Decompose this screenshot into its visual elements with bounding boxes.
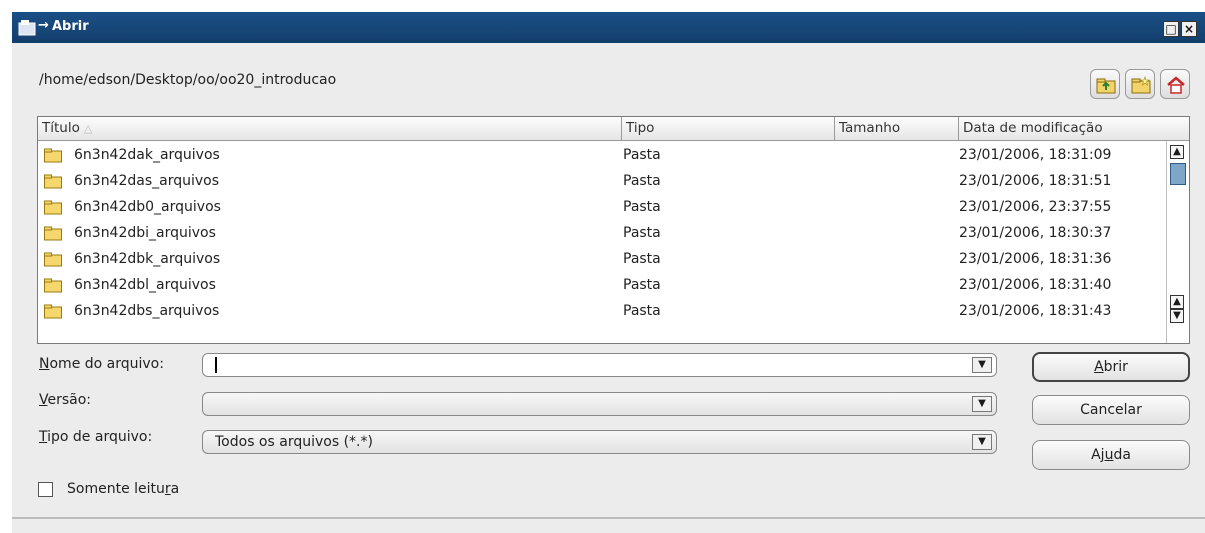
- file-date: 23/01/2006, 18:31:43: [959, 303, 1112, 319]
- file-date: 23/01/2006, 18:31:09: [959, 147, 1112, 163]
- filetype-select[interactable]: Todos os arquivos (*.*) ▼: [202, 430, 997, 454]
- folder-icon: [44, 226, 62, 241]
- list-item[interactable]: 6n3n42das_arquivos Pasta 23/01/2006, 18:…: [38, 168, 1166, 194]
- scrollbar-thumb[interactable]: [1170, 163, 1186, 185]
- file-date: 23/01/2006, 18:30:37: [959, 225, 1112, 241]
- file-name: 6n3n42db0_arquivos: [74, 199, 221, 215]
- sort-arrow-icon: △: [83, 122, 93, 135]
- folder-icon: [44, 278, 62, 293]
- cancel-button[interactable]: Cancelar: [1032, 395, 1190, 425]
- close-button[interactable]: ×: [1181, 21, 1197, 37]
- list-item[interactable]: 6n3n42dak_arquivos Pasta 23/01/2006, 18:…: [38, 142, 1166, 168]
- list-item[interactable]: 6n3n42db0_arquivos Pasta 23/01/2006, 23:…: [38, 194, 1166, 220]
- file-type: Pasta: [623, 147, 661, 163]
- column-header-date[interactable]: Data de modificação: [959, 117, 1189, 141]
- vertical-scrollbar[interactable]: ▲ ▲ ▼: [1166, 141, 1189, 343]
- file-name: 6n3n42dbk_arquivos: [74, 251, 221, 267]
- open-dialog: → Abrir □ × /home/edson/Desktop/oo/oo20_…: [12, 12, 1205, 533]
- column-header-title[interactable]: Título △: [38, 117, 622, 141]
- filetype-value: Todos os arquivos (*.*): [215, 434, 373, 450]
- new-folder-button[interactable]: [1125, 69, 1155, 99]
- folder-up-icon: [1096, 78, 1116, 94]
- file-type: Pasta: [623, 173, 661, 189]
- list-item[interactable]: 6n3n42dbl_arquivos Pasta 23/01/2006, 18:…: [38, 272, 1166, 298]
- file-name: 6n3n42dbi_arquivos: [74, 225, 216, 241]
- file-date: 23/01/2006, 18:31:40: [959, 277, 1112, 293]
- column-header-type[interactable]: Tipo: [622, 117, 835, 141]
- list-item[interactable]: 6n3n42dbi_arquivos Pasta 23/01/2006, 18:…: [38, 220, 1166, 246]
- maximize-button[interactable]: □: [1163, 21, 1179, 37]
- file-date: 23/01/2006, 23:37:55: [959, 199, 1112, 215]
- title-bar[interactable]: → Abrir □ ×: [12, 12, 1205, 43]
- filename-dropdown-arrow-icon[interactable]: ▼: [972, 357, 992, 373]
- readonly-label: Somente leitura: [67, 481, 180, 497]
- version-dropdown-arrow-icon[interactable]: ▼: [972, 396, 992, 412]
- folder-icon: [44, 304, 62, 319]
- divider: [12, 517, 1205, 519]
- readonly-checkbox[interactable]: [38, 482, 53, 497]
- scroll-down-arrow-icon[interactable]: ▼: [1170, 309, 1184, 323]
- file-date: 23/01/2006, 18:31:36: [959, 251, 1112, 267]
- text-cursor: [215, 357, 217, 373]
- column-header-size[interactable]: Tamanho: [835, 117, 959, 141]
- file-name: 6n3n42das_arquivos: [74, 173, 220, 189]
- file-date: 23/01/2006, 18:31:51: [959, 173, 1112, 189]
- filename-input[interactable]: ▼: [202, 353, 997, 377]
- file-name: 6n3n42dak_arquivos: [74, 147, 220, 163]
- folder-up-button[interactable]: [1090, 69, 1120, 99]
- open-button[interactable]: Abrir: [1032, 352, 1190, 382]
- file-type: Pasta: [623, 199, 661, 215]
- file-list[interactable]: Título △ Tipo Tamanho Data de modificação…: [37, 116, 1190, 344]
- app-icon: [18, 19, 38, 36]
- home-button[interactable]: [1160, 69, 1190, 99]
- window-title: Abrir: [52, 19, 89, 34]
- folder-icon: [44, 174, 62, 189]
- file-type: Pasta: [623, 225, 661, 241]
- version-label: Versão:: [39, 392, 92, 408]
- scroll-up-arrow-icon[interactable]: ▲: [1170, 145, 1184, 159]
- help-button[interactable]: Ajuda: [1032, 440, 1190, 470]
- file-type: Pasta: [623, 251, 661, 267]
- file-type: Pasta: [623, 303, 661, 319]
- list-item[interactable]: 6n3n42dbs_arquivos Pasta 23/01/2006, 18:…: [38, 298, 1166, 324]
- filetype-label: Tipo de arquivo:: [39, 429, 153, 445]
- version-select[interactable]: ▼: [202, 392, 997, 416]
- file-name: 6n3n42dbl_arquivos: [74, 277, 216, 293]
- file-type: Pasta: [623, 277, 661, 293]
- home-icon: [1167, 76, 1185, 94]
- list-item[interactable]: 6n3n42dbk_arquivos Pasta 23/01/2006, 18:…: [38, 246, 1166, 272]
- new-folder-icon: [1131, 76, 1151, 94]
- current-path: /home/edson/Desktop/oo/oo20_introducao: [39, 72, 337, 88]
- filetype-dropdown-arrow-icon[interactable]: ▼: [972, 434, 992, 450]
- scroll-up-arrow-icon[interactable]: ▲: [1170, 295, 1184, 309]
- folder-icon: [44, 252, 62, 267]
- folder-icon: [44, 148, 62, 163]
- filename-label: Nome do arquivo:: [39, 356, 164, 372]
- title-arrow-icon: →: [38, 18, 49, 33]
- file-name: 6n3n42dbs_arquivos: [74, 303, 220, 319]
- folder-icon: [44, 200, 62, 215]
